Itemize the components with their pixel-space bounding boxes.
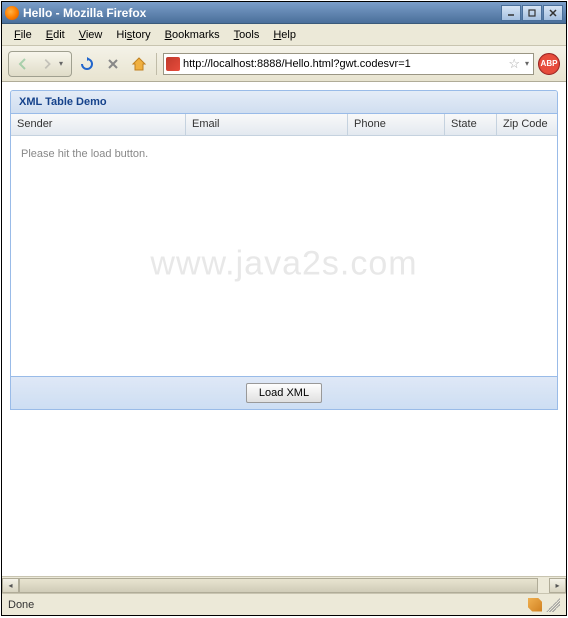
page-content: XML Table Demo Sender Email Phone State …: [2, 82, 566, 576]
grid-body: Please hit the load button. www.java2s.c…: [11, 136, 557, 376]
menubar: File Edit View History Bookmarks Tools H…: [2, 24, 566, 46]
tag-icon[interactable]: [528, 598, 542, 612]
watermark-text: www.java2s.com: [150, 244, 417, 283]
toolbar-separator: [156, 53, 157, 75]
maximize-button[interactable]: [522, 5, 542, 21]
page-favicon: [166, 57, 180, 71]
horizontal-scrollbar[interactable]: ◂ ▸: [2, 576, 566, 593]
panel-title: XML Table Demo: [11, 91, 557, 114]
load-xml-button[interactable]: Load XML: [246, 383, 322, 403]
column-email[interactable]: Email: [186, 114, 348, 135]
browser-window: Hello - Mozilla Firefox File Edit View H…: [1, 1, 567, 616]
menu-help[interactable]: Help: [267, 27, 302, 43]
firefox-icon: [5, 6, 19, 20]
column-zip[interactable]: Zip Code: [497, 114, 557, 135]
scroll-track[interactable]: [19, 578, 549, 593]
bookmark-star-icon[interactable]: ☆: [508, 56, 520, 72]
scroll-thumb[interactable]: [19, 578, 538, 593]
statusbar: Done: [2, 593, 566, 615]
menu-file[interactable]: File: [8, 27, 38, 43]
url-input[interactable]: http://localhost:8888/Hello.html?gwt.cod…: [183, 58, 505, 70]
menu-view[interactable]: View: [73, 27, 109, 43]
xml-table-panel: XML Table Demo Sender Email Phone State …: [10, 90, 558, 410]
back-button[interactable]: [11, 53, 35, 75]
scroll-left-button[interactable]: ◂: [2, 578, 19, 593]
reload-button[interactable]: [76, 53, 98, 75]
column-sender[interactable]: Sender: [11, 114, 186, 135]
scroll-right-button[interactable]: ▸: [549, 578, 566, 593]
adblock-icon[interactable]: ABP: [538, 53, 560, 75]
forward-button[interactable]: [35, 53, 59, 75]
minimize-button[interactable]: [501, 5, 521, 21]
nav-dropdown-icon[interactable]: ▾: [59, 59, 69, 68]
close-button[interactable]: [543, 5, 563, 21]
home-button[interactable]: [128, 53, 150, 75]
menu-history[interactable]: History: [110, 27, 156, 43]
url-box: http://localhost:8888/Hello.html?gwt.cod…: [163, 53, 534, 75]
menu-bookmarks[interactable]: Bookmarks: [159, 27, 226, 43]
panel-footer: Load XML: [11, 376, 557, 409]
menu-edit[interactable]: Edit: [40, 27, 71, 43]
empty-message: Please hit the load button.: [21, 148, 148, 160]
stop-button[interactable]: [102, 53, 124, 75]
window-title: Hello - Mozilla Firefox: [23, 6, 501, 20]
status-text: Done: [8, 599, 34, 611]
column-state[interactable]: State: [445, 114, 497, 135]
titlebar: Hello - Mozilla Firefox: [2, 2, 566, 24]
column-phone[interactable]: Phone: [348, 114, 445, 135]
grid-header-row: Sender Email Phone State Zip Code: [11, 114, 557, 136]
url-dropdown-icon[interactable]: ▾: [523, 59, 531, 68]
resize-grip-icon[interactable]: [546, 598, 560, 612]
nav-buttons: ▾: [8, 51, 72, 77]
toolbar: ▾ http://localhost:8888/Hello.html?gwt.c…: [2, 46, 566, 82]
menu-tools[interactable]: Tools: [228, 27, 266, 43]
